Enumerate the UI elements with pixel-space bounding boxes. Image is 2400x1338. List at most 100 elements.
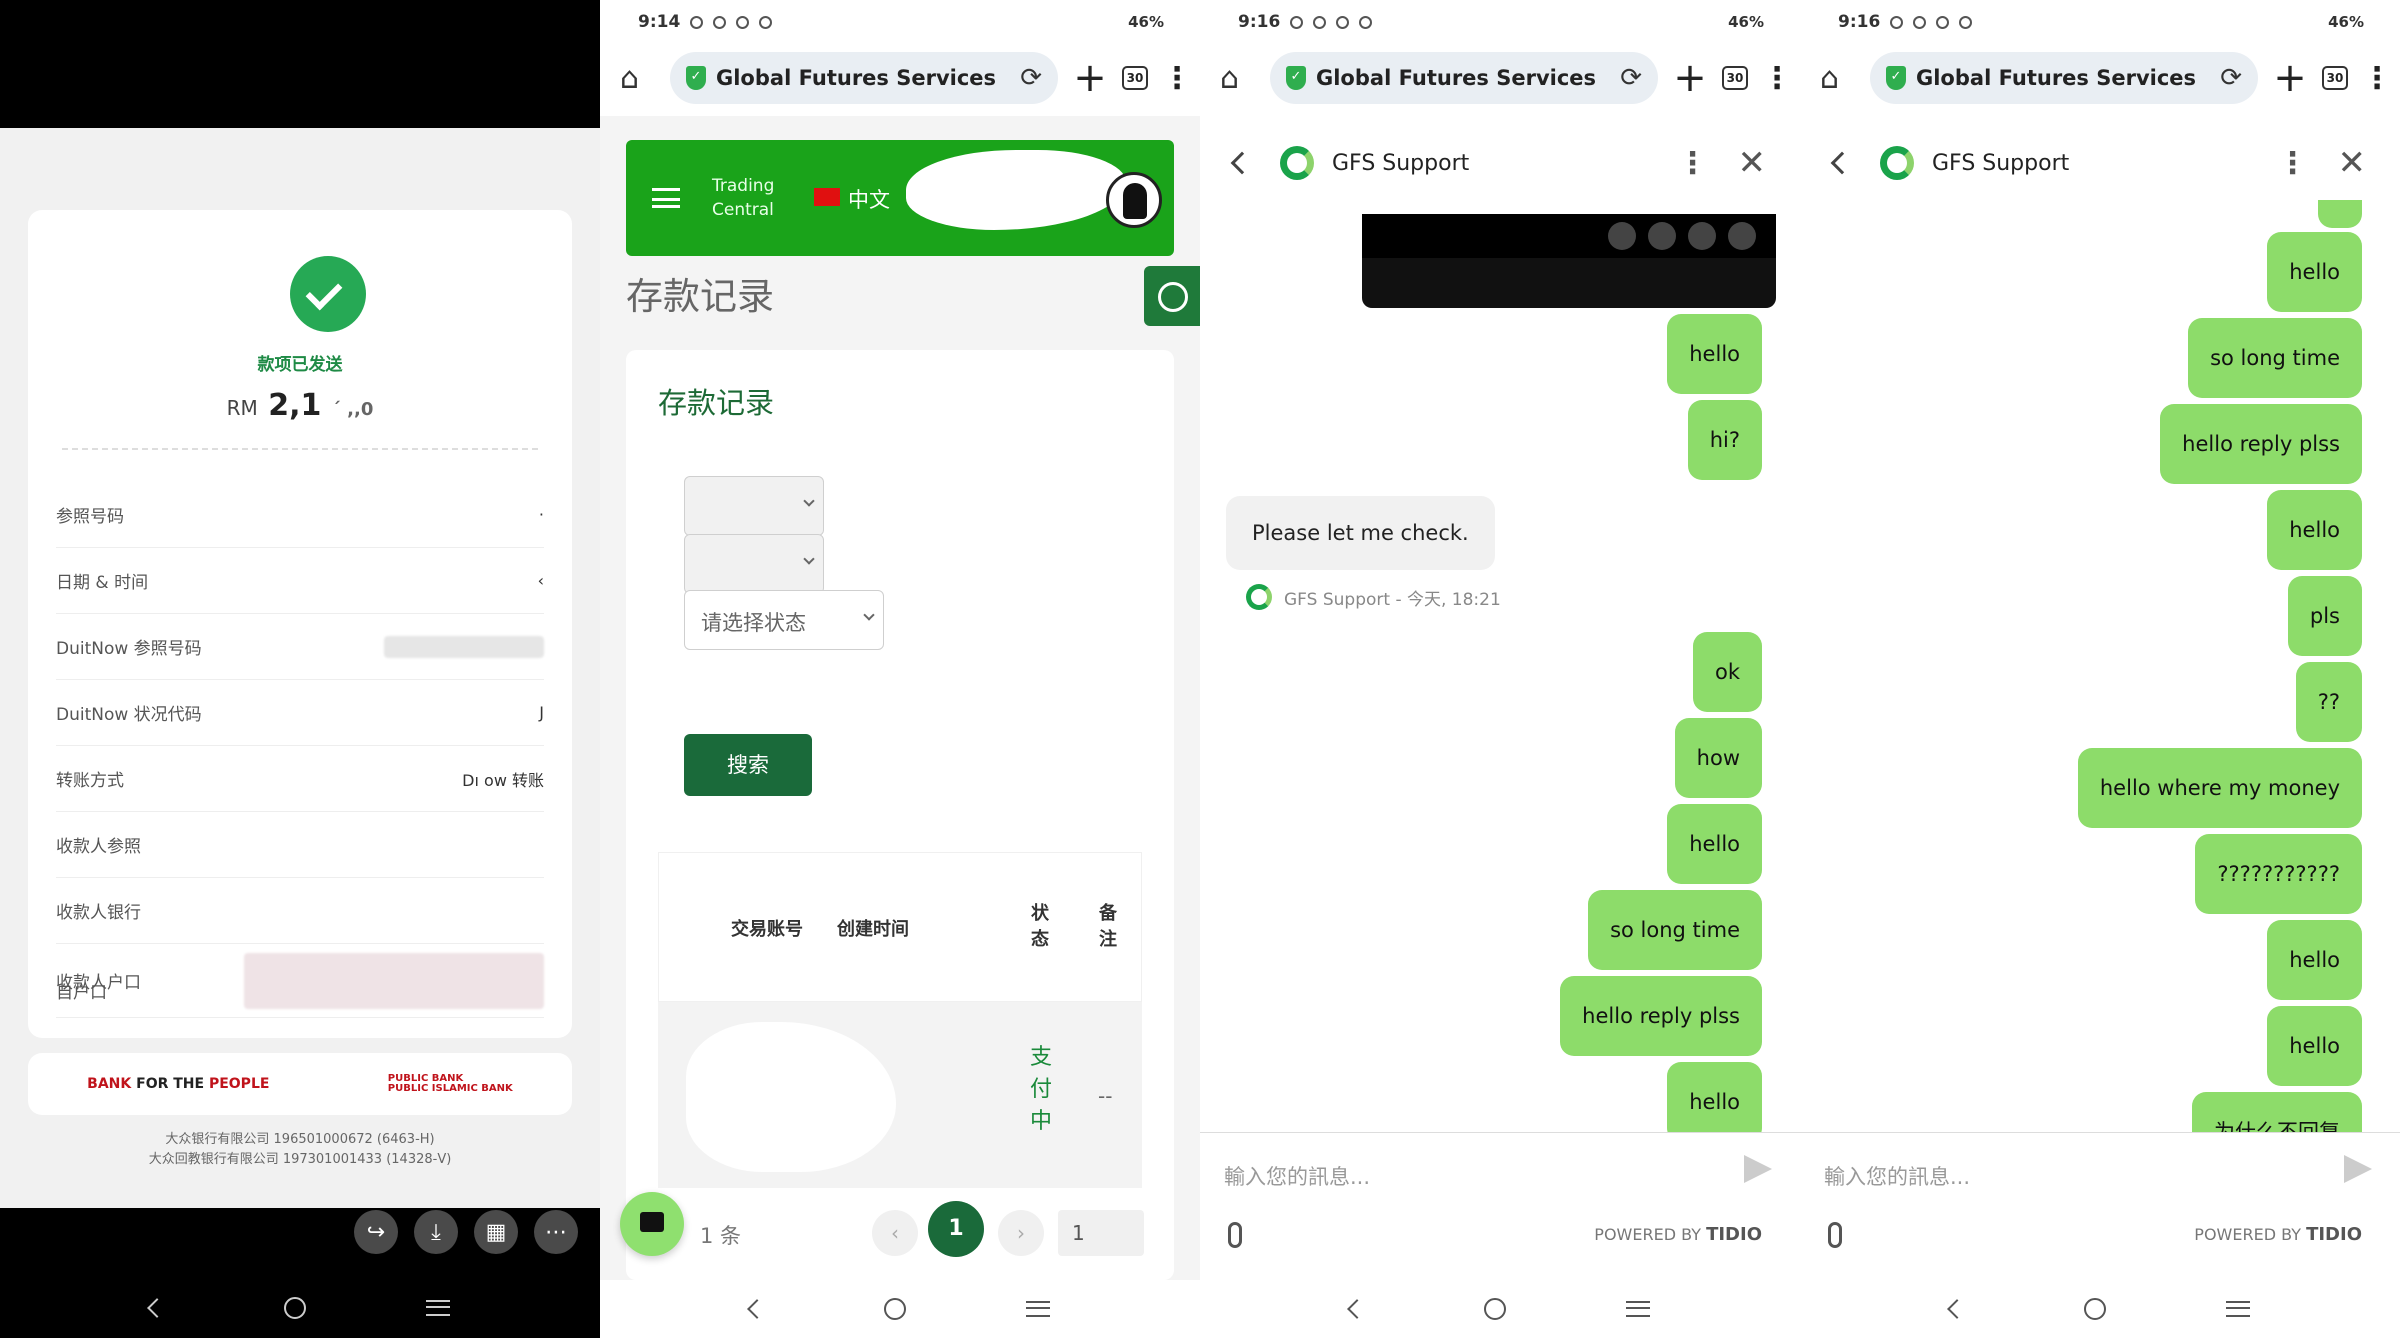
search-button[interactable]: 搜索 xyxy=(684,734,812,796)
user-message: so long time xyxy=(1588,890,1762,970)
browser-menu-icon[interactable]: ⋮ xyxy=(1762,61,1792,96)
new-tab-icon[interactable]: + xyxy=(2272,55,2308,101)
address-pill[interactable]: ✓ Global Futures Services ⟳ xyxy=(1270,52,1658,104)
divider xyxy=(62,448,538,450)
notification-icon xyxy=(759,15,773,29)
col-status: 状态 xyxy=(1031,903,1049,950)
more-icon[interactable]: ⋯ xyxy=(534,1210,578,1254)
user-message: ok xyxy=(1692,632,1762,712)
deposit-records-panel: 9:14 46% ⌂ ✓ Global Futures Services ⟳ +… xyxy=(600,0,1200,1338)
page-jump-input[interactable]: 1 xyxy=(1058,1208,1144,1258)
nav-home-icon[interactable] xyxy=(284,1297,306,1319)
status-bar: 9:16 46% xyxy=(1800,0,2400,44)
reload-icon[interactable]: ⟳ xyxy=(1020,63,1042,93)
nav-home-icon[interactable] xyxy=(2084,1298,2106,1320)
browser-home-icon[interactable]: ⌂ xyxy=(620,61,656,96)
date-select[interactable] xyxy=(684,534,824,594)
nav-recents-icon[interactable] xyxy=(426,1300,450,1316)
close-icon[interactable]: ✕ xyxy=(1738,143,1767,183)
user-message: pls xyxy=(2287,576,2362,656)
browser-home-icon[interactable]: ⌂ xyxy=(1220,61,1256,96)
attachment-icon[interactable] xyxy=(1228,1222,1242,1248)
site-title: Global Futures Services xyxy=(1316,66,1597,90)
user-message: hello xyxy=(2267,232,2362,312)
bank-slogan: BANK FOR THE PEOPLE xyxy=(87,1076,270,1092)
agent-name: GFS Support xyxy=(1932,150,2070,176)
back-icon[interactable] xyxy=(1230,151,1254,175)
user-avatar[interactable] xyxy=(1106,172,1162,228)
close-icon[interactable]: ✕ xyxy=(2338,143,2367,183)
nav-recents-icon[interactable] xyxy=(1626,1301,1650,1317)
apps-icon[interactable]: ▦ xyxy=(474,1210,518,1254)
nav-recents-icon[interactable] xyxy=(1026,1301,1050,1317)
side-compass-button[interactable] xyxy=(1144,266,1200,326)
browser-home-icon[interactable]: ⌂ xyxy=(1820,61,1856,96)
amount-tail: ´ ,,0 xyxy=(331,399,374,420)
tab-count-button[interactable]: 30 xyxy=(2322,66,2348,90)
user-message: hello xyxy=(2267,490,2362,570)
nav-back-icon[interactable] xyxy=(1347,1299,1367,1319)
row-value: · xyxy=(538,505,544,524)
row-label: 收款人参照 xyxy=(56,837,141,857)
download-icon[interactable]: ⤓ xyxy=(414,1210,458,1254)
site-brand: Trading Central xyxy=(712,176,775,220)
url-bar: ⌂ ✓ Global Futures Services ⟳ + 30 ⋮ xyxy=(600,50,1200,106)
user-message: hello xyxy=(2267,1006,2362,1086)
row-label: 参照号码 xyxy=(56,507,124,527)
nav-recents-icon[interactable] xyxy=(2226,1301,2250,1317)
reload-icon[interactable]: ⟳ xyxy=(2220,63,2242,93)
new-tab-icon[interactable]: + xyxy=(1672,55,1708,101)
current-page[interactable]: 1 xyxy=(928,1201,984,1257)
chat-fab-button[interactable] xyxy=(620,1192,684,1256)
chat-panel-1: 9:16 46% ⌂ ✓ Global Futures Services ⟳ +… xyxy=(1200,0,1800,1338)
row-value: J xyxy=(539,703,544,722)
account-select[interactable] xyxy=(684,476,824,536)
bank-footer-card: BANK FOR THE PEOPLE PUBLIC BANK PUBLIC IS… xyxy=(28,1053,572,1115)
row-label: 转账方式 xyxy=(56,771,124,791)
battery-level: 46% xyxy=(2328,13,2364,31)
share-icon[interactable]: ↪ xyxy=(354,1210,398,1254)
address-pill[interactable]: ✓ Global Futures Services ⟳ xyxy=(670,52,1058,104)
redaction-mark xyxy=(686,1022,896,1172)
table-row: 支付中 -- xyxy=(658,1002,1142,1188)
user-message: hi? xyxy=(1687,400,1762,480)
payment-sent-status: 款项已发送 xyxy=(257,355,343,375)
china-flag-icon xyxy=(814,188,840,206)
user-message: ??????????? xyxy=(2195,834,2362,914)
nav-home-icon[interactable] xyxy=(884,1298,906,1320)
hamburger-menu-icon[interactable] xyxy=(652,188,680,208)
attachment-icon[interactable] xyxy=(1828,1222,1842,1248)
reload-icon[interactable]: ⟳ xyxy=(1620,63,1642,93)
browser-menu-icon[interactable]: ⋮ xyxy=(2362,61,2392,96)
send-icon[interactable] xyxy=(2344,1155,2372,1183)
nav-back-icon[interactable] xyxy=(147,1298,167,1318)
chat-header: GFS Support ⋮ ✕ xyxy=(1200,130,1800,196)
message-input[interactable]: 輸入您的訊息... xyxy=(1824,1161,1970,1191)
user-message-partial xyxy=(2318,200,2362,228)
chat-menu-icon[interactable]: ⋮ xyxy=(1678,146,1708,181)
row-value: Dı ow 转账 xyxy=(462,770,544,790)
nav-home-icon[interactable] xyxy=(1484,1298,1506,1320)
user-message: ?? xyxy=(2295,662,2362,742)
next-page-button[interactable]: › xyxy=(998,1208,1044,1258)
tab-count-button[interactable]: 30 xyxy=(1122,66,1148,90)
status-select[interactable]: 请选择状态 xyxy=(684,590,884,650)
language-selector[interactable]: 中文 xyxy=(848,184,890,214)
message-input[interactable]: 輸入您的訊息... xyxy=(1224,1161,1370,1191)
chat-menu-icon[interactable]: ⋮ xyxy=(2278,146,2308,181)
prev-page-button[interactable]: ‹ xyxy=(872,1208,918,1258)
send-icon[interactable] xyxy=(1744,1155,1772,1183)
browser-menu-icon[interactable]: ⋮ xyxy=(1162,61,1192,96)
new-tab-icon[interactable]: + xyxy=(1072,55,1108,101)
amount-value: 2,1 xyxy=(268,388,322,423)
notification-icon xyxy=(713,15,727,29)
back-icon[interactable] xyxy=(1830,151,1854,175)
receipt-row-from-account: 自户口 xyxy=(56,960,544,1020)
nav-back-icon[interactable] xyxy=(1947,1299,1967,1319)
agent-message: Please let me check. xyxy=(1226,496,1495,570)
tab-count-button[interactable]: 30 xyxy=(1722,66,1748,90)
receipt-row-datetime: 日期 & 时间 ‹ xyxy=(56,548,544,614)
image-attachment[interactable] xyxy=(1362,214,1776,308)
nav-back-icon[interactable] xyxy=(747,1299,767,1319)
address-pill[interactable]: ✓ Global Futures Services ⟳ xyxy=(1870,52,2258,104)
